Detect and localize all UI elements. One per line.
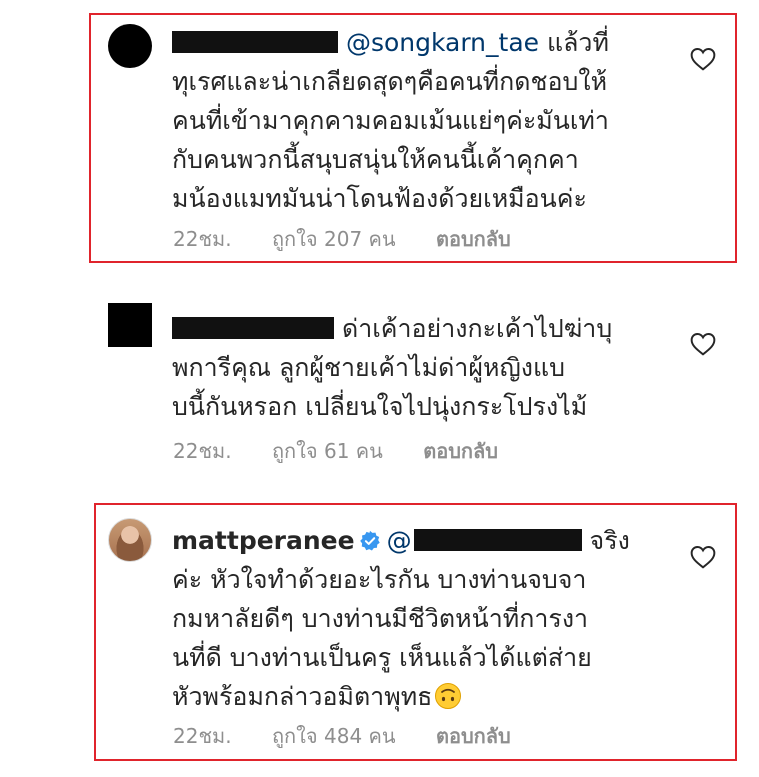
username-link[interactable]: mattperanee: [172, 526, 355, 555]
comment-text-line: ทุเรศและน่าเกลียดสุดๆคือคนที่กดชอบให้: [172, 67, 608, 96]
comment-timestamp: 22ชม.: [173, 724, 232, 748]
comment-text-line: จริง: [589, 526, 630, 555]
comment-meta: 22ชม. ถูกใจ 484 คน ตอบกลับ: [173, 720, 545, 752]
heart-outline-icon[interactable]: [690, 47, 716, 71]
comment-text-line: ด่าเค้าอย่างกะเค้าไปฆ่าบุ: [341, 314, 613, 343]
reply-button[interactable]: ตอบกลับ: [436, 223, 511, 255]
comment-text-line: หัวพร้อมกล่าวอมิตาพุทธ: [172, 682, 433, 711]
comment-text-2: ด่าเค้าอย่างกะเค้าไปฆ่าบุ พการีคุณ ลูกผู…: [172, 309, 612, 426]
heart-outline-icon[interactable]: [690, 332, 716, 356]
reply-button[interactable]: ตอบกลับ: [423, 435, 498, 467]
comment-meta: 22ชม. ถูกใจ 207 คน ตอบกลับ: [173, 223, 545, 255]
heart-outline-icon[interactable]: [690, 545, 716, 569]
avatar-redacted[interactable]: [108, 24, 152, 68]
comment-text-line: นที่ดี บางท่านเป็นครู เห็นแล้วได้แต่ส่าย: [172, 643, 592, 672]
comment-text-line: กมหาลัยดีๆ บางท่านมีชีวิตหน้าที่การงา: [172, 604, 589, 633]
like-count[interactable]: ถูกใจ 484 คน: [272, 720, 396, 752]
comment-text-line: ค่ะ หัวใจทำด้วยอะไรกัน บางท่านจบจา: [172, 565, 587, 594]
comment-text-line: มน้องแมทมันน่าโดนฟ้องด้วยเหมือนค่ะ: [172, 184, 587, 213]
comment-timestamp: 22ชม.: [173, 439, 232, 463]
like-count[interactable]: ถูกใจ 61 คน: [272, 435, 383, 467]
comment-text-3: mattperanee @ จริง ค่ะ หัวใจทำด้วยอะไรกั…: [172, 521, 630, 716]
mention-link[interactable]: @songkarn_tae: [346, 28, 539, 57]
comment-text-line: คนที่เข้ามาคุกคามคอมเม้นแย่ๆค่ะมันเท่า: [172, 106, 609, 135]
comment-text-1: @songkarn_tae แล้วที่ ทุเรศและน่าเกลียดส…: [172, 23, 609, 218]
comment-meta: 22ชม. ถูกใจ 61 คน ตอบกลับ: [173, 435, 532, 467]
like-count[interactable]: ถูกใจ 207 คน: [272, 223, 396, 255]
comment-text-line: แล้วที่: [547, 28, 609, 57]
username-redacted[interactable]: [172, 31, 338, 53]
username-redacted[interactable]: [172, 317, 334, 339]
comment-text-line: กับคนพวกนี้สนุบสนุ่นให้คนนี้เค้าคุกคา: [172, 145, 579, 174]
verified-badge-icon: [359, 530, 380, 551]
mention-link[interactable]: @: [387, 526, 582, 555]
reply-button[interactable]: ตอบกลับ: [436, 720, 511, 752]
comment-text-line: พการีคุณ ลูกผู้ชายเค้าไม่ด่าผู้หญิงแบ: [172, 353, 565, 382]
upside-down-face-emoji: [435, 683, 462, 709]
avatar-redacted[interactable]: [108, 303, 152, 347]
mention-redacted: [413, 529, 582, 551]
comment-text-line: บนี้กันหรอก เปลี่ยนใจไปนุ่งกระโปรงไม้: [172, 392, 588, 421]
comment-timestamp: 22ชม.: [173, 227, 232, 251]
avatar[interactable]: [108, 518, 152, 562]
